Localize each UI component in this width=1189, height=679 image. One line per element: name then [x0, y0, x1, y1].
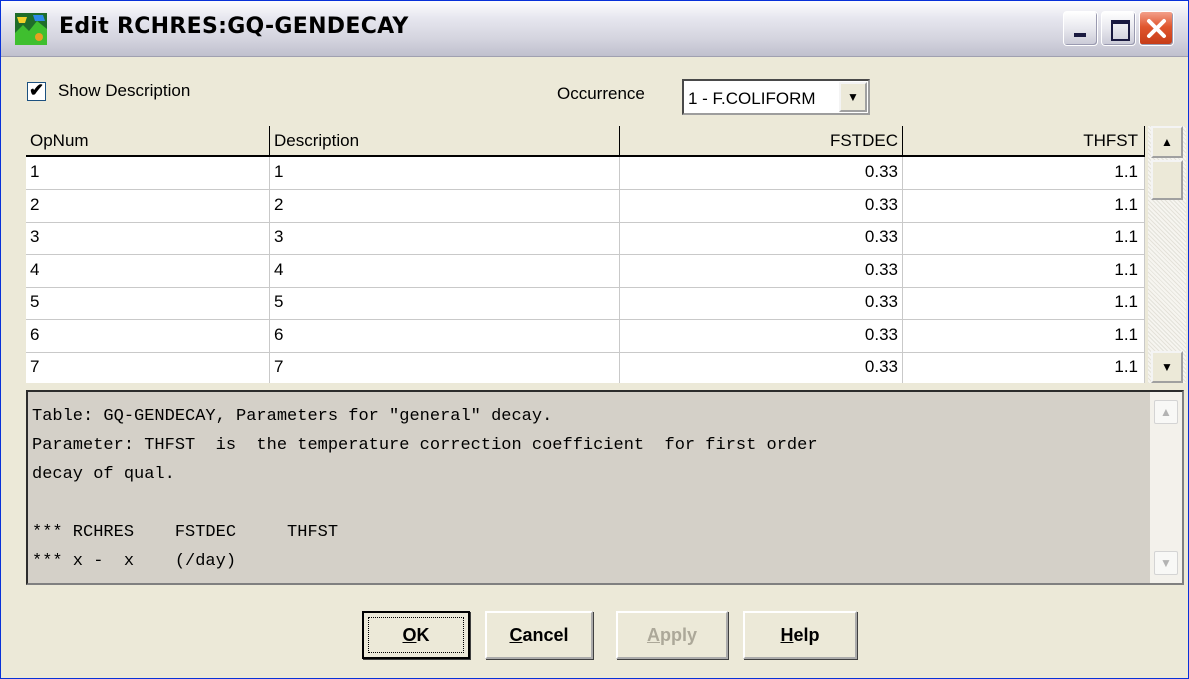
cell-fstdec[interactable]: 0.33: [620, 222, 903, 254]
table-row[interactable]: 1 1 0.33 1.1: [26, 157, 1145, 190]
cell-opnum[interactable]: 6: [26, 319, 270, 352]
cell-thfst[interactable]: 1.1: [903, 287, 1145, 319]
apply-label-rest: pply: [659, 624, 697, 645]
occurrence-label: Occurrence: [557, 84, 645, 103]
cell-opnum[interactable]: 5: [26, 287, 270, 319]
cell-thfst[interactable]: 1.1: [903, 189, 1145, 222]
cell-thfst[interactable]: 1.1: [903, 352, 1145, 383]
description-line: Parameter: THFST is the temperature corr…: [32, 436, 818, 455]
cell-thfst[interactable]: 1.1: [903, 319, 1145, 352]
cell-fstdec[interactable]: 0.33: [620, 189, 903, 222]
cell-description[interactable]: 6: [270, 319, 620, 352]
cancel-mnemonic: C: [509, 624, 523, 645]
table-row[interactable]: 3 3 0.33 1.1: [26, 222, 1145, 255]
cell-opnum[interactable]: 7: [26, 352, 270, 383]
help-mnemonic: H: [780, 624, 794, 645]
cell-fstdec[interactable]: 0.33: [620, 157, 903, 189]
map-icon: [15, 13, 47, 45]
cell-opnum[interactable]: 3: [26, 222, 270, 254]
table-row[interactable]: 2 2 0.33 1.1: [26, 189, 1145, 223]
cell-fstdec[interactable]: 0.33: [620, 287, 903, 319]
table-row[interactable]: 4 4 0.33 1.1: [26, 254, 1145, 288]
close-icon[interactable]: [1139, 11, 1174, 46]
cell-description[interactable]: 3: [270, 222, 620, 254]
description-box: Table: GQ-GENDECAY, Parameters for "gene…: [26, 390, 1184, 585]
cell-description[interactable]: 5: [270, 287, 620, 319]
occurrence-value: 1 - F.COLIFORM: [688, 89, 816, 108]
parameter-grid: OpNum Description FSTDEC THFST 1 1 0.33 1.1…: [26, 126, 1145, 383]
cell-description[interactable]: 2: [270, 189, 620, 222]
table-row[interactable]: 5 5 0.33 1.1: [26, 287, 1145, 320]
show-description-checkbox[interactable]: ✔: [27, 79, 46, 101]
cell-opnum[interactable]: 2: [26, 189, 270, 222]
description-scrollbar[interactable]: ▲ ▼: [1150, 392, 1182, 583]
grid-header: OpNum Description FSTDEC THFST: [26, 126, 1145, 157]
check-icon: ✔: [29, 79, 45, 100]
occurrence-select[interactable]: 1 - F.COLIFORM ▼: [682, 79, 870, 115]
window-title: Edit RCHRES:GQ-GENDECAY: [59, 14, 409, 39]
apply-mnemonic: A: [646, 624, 660, 645]
edit-dialog: Edit RCHRES:GQ-GENDECAY ✔ Show Descripti…: [0, 0, 1189, 679]
description-line: *** x - x (/day): [32, 552, 237, 571]
cell-fstdec[interactable]: 0.33: [620, 352, 903, 383]
scroll-down-icon[interactable]: ▼: [1154, 551, 1178, 575]
cancel-label-rest: ancel: [522, 624, 569, 645]
scroll-down-icon[interactable]: ▼: [1151, 351, 1183, 383]
description-line: Table: GQ-GENDECAY, Parameters for "gene…: [32, 407, 553, 426]
cancel-button[interactable]: Cancel: [485, 611, 593, 659]
scroll-thumb[interactable]: [1151, 160, 1183, 200]
scroll-up-icon[interactable]: ▲: [1154, 400, 1178, 424]
show-description-label: Show Description: [58, 81, 191, 100]
focus-ring: [368, 617, 464, 653]
scroll-up-icon[interactable]: ▲: [1151, 126, 1183, 158]
description-line: decay of qual.: [32, 465, 175, 484]
cell-opnum[interactable]: 1: [26, 157, 270, 189]
column-header-fstdec[interactable]: FSTDEC: [620, 126, 903, 155]
description-text: Table: GQ-GENDECAY, Parameters for "gene…: [32, 402, 1147, 576]
apply-button: Apply: [616, 611, 728, 659]
column-header-thfst[interactable]: THFST: [903, 126, 1145, 155]
ok-button[interactable]: OK: [362, 611, 470, 659]
help-label-rest: elp: [793, 624, 820, 645]
cell-thfst[interactable]: 1.1: [903, 254, 1145, 287]
description-line: [32, 489, 1147, 518]
cell-description[interactable]: 4: [270, 254, 620, 287]
description-line: *** RCHRES FSTDEC THFST: [32, 523, 339, 542]
cell-fstdec[interactable]: 0.33: [620, 319, 903, 352]
cell-thfst[interactable]: 1.1: [903, 222, 1145, 254]
cell-opnum[interactable]: 4: [26, 254, 270, 287]
minimize-icon[interactable]: [1063, 11, 1098, 46]
cell-description[interactable]: 1: [270, 157, 620, 189]
cell-thfst[interactable]: 1.1: [903, 157, 1145, 189]
table-row[interactable]: 6 6 0.33 1.1: [26, 319, 1145, 353]
help-button[interactable]: Help: [743, 611, 857, 659]
chevron-down-icon[interactable]: ▼: [839, 82, 867, 112]
grid-scrollbar[interactable]: ▲ ▼: [1148, 126, 1186, 383]
cell-description[interactable]: 7: [270, 352, 620, 383]
maximize-icon[interactable]: [1101, 11, 1136, 46]
show-description-option[interactable]: ✔ Show Description: [27, 79, 191, 101]
column-header-opnum[interactable]: OpNum: [26, 126, 270, 155]
column-header-description[interactable]: Description: [270, 126, 620, 155]
title-bar[interactable]: Edit RCHRES:GQ-GENDECAY: [1, 1, 1188, 57]
table-row[interactable]: 7 7 0.33 1.1: [26, 352, 1145, 383]
cell-fstdec[interactable]: 0.33: [620, 254, 903, 287]
